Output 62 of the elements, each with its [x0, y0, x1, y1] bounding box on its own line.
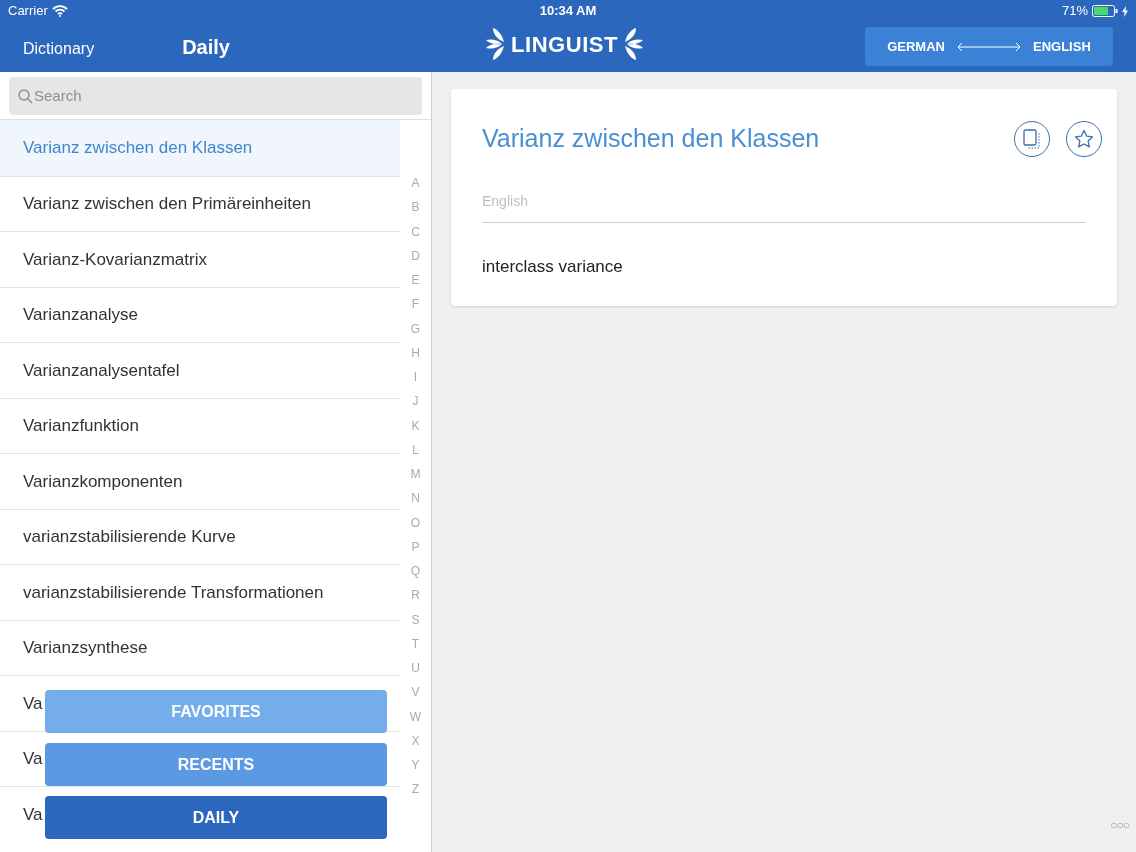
- index-letter[interactable]: U: [411, 662, 420, 687]
- entry-item[interactable]: Varianz zwischen den Primäreinheiten: [23, 191, 311, 217]
- index-letter[interactable]: B: [411, 201, 420, 226]
- index-letter[interactable]: T: [411, 637, 420, 662]
- search-icon: [18, 88, 33, 104]
- index-letter[interactable]: D: [411, 249, 420, 274]
- more-icon[interactable]: ○○○: [1110, 816, 1129, 834]
- entry-item[interactable]: Varianzsynthese: [23, 635, 148, 661]
- entry-item[interactable]: varianzstabilisierende Transformationen: [23, 579, 324, 605]
- battery-percent: 71%: [1061, 2, 1088, 21]
- index-letter[interactable]: H: [411, 346, 420, 371]
- index-letter[interactable]: E: [411, 274, 420, 299]
- index-letter[interactable]: J: [412, 395, 419, 420]
- wifi-icon: [51, 5, 68, 17]
- index-letter[interactable]: N: [411, 492, 420, 517]
- entry-item[interactable]: Varianz-Kovarianzmatrix: [23, 246, 207, 272]
- entry-item[interactable]: varianzstabilisierende Kurve: [23, 524, 236, 550]
- tab-button[interactable]: FAVORITES: [45, 690, 387, 733]
- leaf-icon: [622, 26, 645, 62]
- index-letter[interactable]: G: [410, 322, 421, 347]
- battery-icon: [1092, 5, 1118, 17]
- nav-title: Daily: [182, 35, 230, 60]
- entry-item[interactable]: Va: [23, 690, 43, 716]
- entry-item[interactable]: Va: [23, 746, 43, 772]
- entry-item[interactable]: Va: [23, 801, 43, 827]
- clock: 10:34 AM: [539, 2, 597, 21]
- index-letter[interactable]: R: [411, 589, 420, 614]
- search-field[interactable]: Search: [9, 76, 422, 115]
- carrier-label: Carrier: [8, 2, 48, 21]
- term-heading: Varianz zwischen den Klassen: [482, 123, 820, 155]
- index-letter[interactable]: L: [412, 443, 419, 468]
- index-letter[interactable]: O: [410, 516, 421, 541]
- index-letter[interactable]: P: [411, 540, 420, 565]
- index-letter[interactable]: Q: [410, 565, 421, 590]
- double-arrow-icon: [957, 41, 1021, 52]
- index-letter[interactable]: I: [413, 371, 418, 396]
- cards-icon: [1023, 129, 1041, 149]
- index-letter[interactable]: V: [411, 686, 420, 711]
- index-letter[interactable]: Y: [411, 759, 420, 784]
- index-letter[interactable]: S: [411, 613, 420, 638]
- language-label: English: [482, 189, 1086, 223]
- index-letter[interactable]: F: [411, 298, 420, 323]
- leaf-icon: [485, 26, 507, 62]
- index-letter[interactable]: K: [411, 419, 420, 444]
- tab-button[interactable]: DAILY: [45, 796, 387, 839]
- index-letter[interactable]: C: [411, 225, 420, 250]
- index-letter[interactable]: W: [409, 710, 422, 735]
- entry-item[interactable]: Varianzkomponenten: [23, 468, 183, 494]
- index-letter[interactable]: Z: [411, 783, 420, 808]
- entry-item[interactable]: Varianzanalysentafel: [23, 357, 180, 383]
- entry-item[interactable]: Varianzanalyse: [23, 302, 138, 328]
- tab-button[interactable]: RECENTS: [45, 743, 387, 786]
- charging-icon: [1122, 5, 1128, 17]
- translation-text: interclass variance: [482, 256, 624, 278]
- index-letter[interactable]: M: [410, 468, 421, 493]
- star-icon: [1074, 129, 1094, 149]
- index-letter[interactable]: X: [411, 734, 420, 759]
- language-switch-button[interactable]: GERMAN ENGLISH: [865, 27, 1113, 66]
- app-logo: LINGUIST: [511, 30, 619, 59]
- index-letter[interactable]: A: [411, 177, 420, 202]
- entry-item[interactable]: Varianzfunktion: [23, 413, 139, 439]
- back-button[interactable]: Dictionary: [23, 37, 95, 61]
